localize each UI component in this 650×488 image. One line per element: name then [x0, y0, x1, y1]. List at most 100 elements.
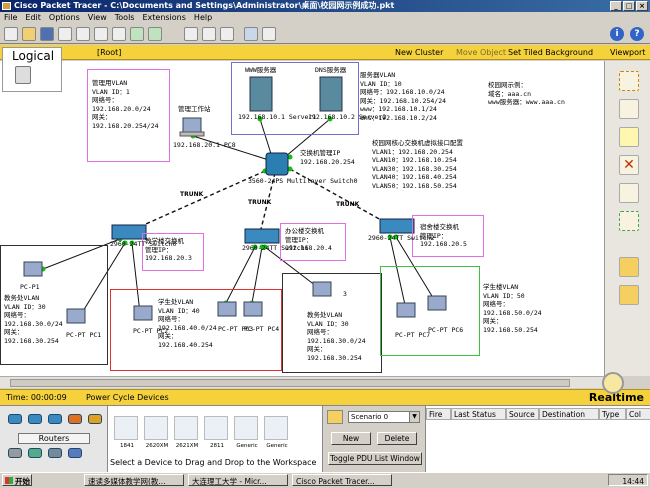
pc-p1-label[interactable]: PC-P1 — [20, 283, 40, 292]
student-vlan-note: 学生处VLAN VLAN ID：40 网络号： 192.168.40.0/24 … — [158, 298, 217, 349]
add-complex-pdu-icon[interactable] — [619, 285, 639, 305]
undo-icon[interactable] — [130, 27, 144, 41]
pc7-label[interactable]: PC-PT PC7 — [395, 331, 430, 340]
pc2-label[interactable]: PC-PT PC2 — [133, 327, 168, 336]
wan-emulation-category-icon[interactable] — [28, 448, 42, 458]
paste-icon[interactable] — [112, 27, 126, 41]
menu-extensions[interactable]: Extensions — [142, 12, 185, 24]
taskbar-item-packet-tracer[interactable]: Cisco Packet Tracer... — [292, 474, 392, 486]
info-icon[interactable]: i — [610, 27, 624, 41]
server2-label[interactable]: 192.168.10.2 Server2 — [308, 113, 386, 122]
activity-wizard-icon[interactable] — [76, 27, 90, 41]
start-button[interactable]: 开始 — [2, 474, 32, 486]
switch1-label[interactable]: 2960-24TT Switch1 — [242, 244, 309, 253]
core-switch-label[interactable]: 3560-24PS Multilayer Switch0 — [248, 177, 358, 186]
dns-server-note: DNS服务器 — [315, 66, 347, 74]
add-simple-pdu-icon[interactable] — [619, 257, 639, 277]
category-label: Routers — [18, 433, 90, 444]
col-color[interactable]: Col — [626, 408, 650, 420]
move-object-button[interactable]: Move Object — [456, 45, 506, 60]
power-cycle-button[interactable]: Power Cycle Devices — [86, 390, 169, 406]
copy-icon[interactable] — [94, 27, 108, 41]
maximize-button[interactable]: □ — [623, 1, 635, 11]
mgmt-vlan-note: 管理用VLAN VLAN ID：1 网络号： 192.168.20.0/24 网… — [92, 79, 159, 130]
switch0-label[interactable]: 2960-24TT Switch0 — [110, 240, 177, 249]
redo-icon[interactable] — [148, 27, 162, 41]
close-button[interactable]: × — [636, 1, 648, 11]
pc1-label[interactable]: PC-PT PC1 — [66, 331, 101, 340]
new-file-icon[interactable] — [4, 27, 18, 41]
system-clock: 14:44 — [608, 474, 648, 486]
col-destination[interactable]: Destination — [539, 408, 599, 420]
router-generic2-icon[interactable]: Generic — [264, 416, 288, 449]
open-folder-icon[interactable] — [22, 27, 36, 41]
router-2811-icon[interactable]: 2811 — [204, 416, 228, 449]
menu-edit[interactable]: Edit — [25, 12, 41, 24]
save-icon[interactable] — [40, 27, 54, 41]
inspect-icon[interactable] — [619, 183, 639, 203]
custom-devices-category-icon[interactable] — [48, 448, 62, 458]
menu-file[interactable]: File — [4, 12, 17, 24]
mgmt-ws-note: 管理工作站 — [178, 105, 211, 113]
router-1841-icon[interactable]: 1841 — [114, 416, 138, 449]
workspace-scrollbar[interactable] — [0, 376, 604, 388]
logical-tab[interactable]: Logical — [2, 47, 62, 92]
server1-label[interactable]: 192.168.10.1 Server1 — [238, 113, 316, 122]
col-last-status[interactable]: Last Status — [451, 408, 506, 420]
taskbar-item-browser[interactable]: 大连理工大学 - Micr... — [188, 474, 288, 486]
root-breadcrumb[interactable]: [Root] — [97, 45, 121, 60]
delete-scenario-button[interactable]: Delete — [377, 432, 417, 445]
resize-shape-icon[interactable] — [619, 211, 639, 231]
router-generic-icon[interactable]: Generic — [234, 416, 258, 449]
realtime-clock-icon[interactable] — [602, 372, 624, 394]
place-note-icon[interactable] — [619, 127, 639, 147]
zoom-reset-icon[interactable] — [202, 27, 216, 41]
palette-icon[interactable] — [244, 27, 258, 41]
print-icon[interactable] — [58, 27, 72, 41]
menu-view[interactable]: View — [88, 12, 107, 24]
pc5-label[interactable]: 3 — [343, 290, 347, 299]
move-hand-icon[interactable] — [619, 99, 639, 119]
custom-device-icon[interactable] — [262, 27, 276, 41]
menu-options[interactable]: Options — [49, 12, 80, 24]
logical-workspace[interactable]: 管理用VLAN VLAN ID：1 网络号： 192.168.20.0/24 网… — [0, 61, 604, 376]
tiled-background-button[interactable]: Set Tiled Background — [508, 45, 593, 60]
new-scenario-button[interactable]: New — [331, 432, 371, 445]
multiuser-category-icon[interactable] — [68, 448, 82, 458]
switches-category-icon[interactable] — [28, 414, 42, 424]
chevron-down-icon[interactable]: ▼ — [409, 412, 419, 422]
select-tool-icon[interactable] — [619, 71, 639, 91]
menu-help[interactable]: Help — [194, 12, 212, 24]
trunk-label-right: TRUNK — [336, 201, 360, 208]
help-icon[interactable]: ? — [630, 27, 644, 41]
pc8-label[interactable]: 192.168.20.1 PC8 — [173, 141, 236, 150]
connections-category-icon[interactable] — [88, 414, 102, 424]
pc4-label[interactable]: PC-PT PC4 — [244, 325, 279, 334]
minimize-button[interactable]: _ — [610, 1, 622, 11]
menu-tools[interactable]: Tools — [115, 12, 135, 24]
zoom-out-icon[interactable] — [220, 27, 234, 41]
time-bar: Time: 00:00:09 Power Cycle Devices Realt… — [0, 389, 650, 405]
delete-icon[interactable]: ✕ — [619, 155, 639, 175]
pc6-label[interactable]: PC-PT PC6 — [428, 326, 463, 335]
routers-category-icon[interactable] — [8, 414, 22, 424]
col-source[interactable]: Source — [506, 408, 539, 420]
device-category-panel: Routers — [0, 406, 108, 473]
switch2-label[interactable]: 2960-24TT Switch2 — [368, 234, 435, 243]
device-model-panel: 1841 2620XM 2621XM 2811 Generic Generic … — [108, 406, 321, 473]
hubs-category-icon[interactable] — [48, 414, 62, 424]
col-type[interactable]: Type — [599, 408, 626, 420]
new-cluster-button[interactable]: New Cluster — [395, 45, 443, 60]
toggle-pdu-list-button[interactable]: Toggle PDU List Window — [328, 452, 422, 465]
scenario-select[interactable]: Scenario 0 ▼ — [348, 411, 420, 423]
zoom-in-icon[interactable] — [184, 27, 198, 41]
wireless-category-icon[interactable] — [68, 414, 82, 424]
viewport-button[interactable]: Viewport — [610, 45, 645, 60]
col-fire[interactable]: Fire — [426, 408, 451, 420]
scrollbar-thumb[interactable] — [10, 379, 570, 387]
router-2621xm-icon[interactable]: 2621XM — [174, 416, 198, 449]
logical-label: Logical — [12, 49, 55, 63]
end-devices-category-icon[interactable] — [8, 448, 22, 458]
taskbar-item-teaching[interactable]: 速读多媒体教学网(教... — [84, 474, 184, 486]
router-2620xm-icon[interactable]: 2620XM — [144, 416, 168, 449]
